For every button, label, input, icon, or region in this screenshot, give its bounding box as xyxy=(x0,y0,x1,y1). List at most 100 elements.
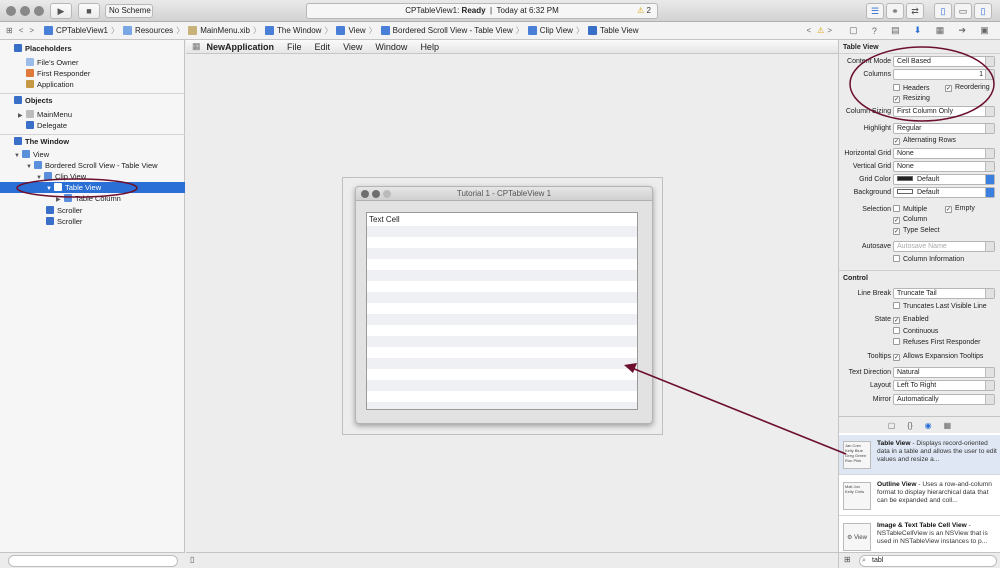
grid-icon[interactable]: ⊞ xyxy=(6,26,13,35)
help-inspector-icon[interactable]: ? xyxy=(872,26,877,36)
text-direction-popup[interactable]: Natural xyxy=(893,367,995,378)
menu-window[interactable]: Window xyxy=(375,42,407,52)
crumb-window[interactable]: The Window 〉 xyxy=(263,25,332,36)
outline-view[interactable]: ▼ View xyxy=(0,149,185,160)
window-icon xyxy=(265,26,274,35)
toggle-debug-button[interactable]: ▭ xyxy=(954,3,972,19)
resizing-checkbox[interactable]: ✓ Resizing xyxy=(893,95,930,103)
outline-application[interactable]: Application xyxy=(0,79,185,90)
crumb-view[interactable]: View 〉 xyxy=(334,25,377,36)
crumb-xib[interactable]: MainMenu.xib 〉 xyxy=(186,25,261,36)
outline-first-responder[interactable]: First Responder xyxy=(0,68,185,79)
library-item-table-view[interactable]: Jan Crev Kelly Blue Greg Green Ron Pink … xyxy=(839,435,1000,475)
crumb-label: Clip View xyxy=(539,26,573,35)
connections-inspector-icon[interactable]: ➔ xyxy=(958,25,966,36)
attributes-inspector-icon[interactable]: ⬇ xyxy=(914,25,922,36)
outline-placeholders[interactable]: Placeholders xyxy=(0,43,185,54)
design-window[interactable]: Tutorial 1 - CPTableView 1 Text Cell xyxy=(355,186,653,424)
warning-nav-forward-button[interactable]: > xyxy=(827,26,832,35)
object-library-icon[interactable]: ◉ xyxy=(925,421,932,430)
line-break-popup[interactable]: Truncate Tail xyxy=(893,288,995,299)
layout-popup[interactable]: Left To Right xyxy=(893,380,995,391)
inspector-tabs: ▢ ? ▤ ⬇ ▦ ➔ ▣ xyxy=(838,22,1000,40)
zoom-window-button[interactable] xyxy=(34,6,44,16)
close-window-button[interactable] xyxy=(6,6,16,16)
toggle-utilities-button[interactable]: ▯ xyxy=(974,3,992,19)
identity-inspector-icon[interactable]: ▤ xyxy=(891,25,900,36)
stop-button[interactable]: ■ xyxy=(78,3,100,19)
menu-file[interactable]: File xyxy=(287,42,302,52)
library-item-image-text-cell[interactable]: ⚙ View Image & Text Table Cell View - NS… xyxy=(839,517,1000,552)
table-view[interactable]: Text Cell xyxy=(366,212,638,410)
outline-main-menu[interactable]: ▶ MainMenu xyxy=(0,109,185,120)
crumb-scroll-view[interactable]: Bordered Scroll View - Table View 〉 xyxy=(379,25,524,36)
xib-file-icon xyxy=(188,26,198,35)
size-inspector-icon[interactable]: ▦ xyxy=(936,25,945,36)
crumb-clip-view[interactable]: Clip View 〉 xyxy=(526,25,584,36)
columns-stepper[interactable]: 1 xyxy=(893,69,995,80)
menu-view[interactable]: View xyxy=(343,42,362,52)
tooltips-checkbox[interactable]: ✓ Allows Expansion Tooltips xyxy=(893,353,983,361)
outline-table-view[interactable]: ▼ Table View xyxy=(0,182,185,193)
forward-button[interactable]: > xyxy=(29,26,34,35)
reordering-checkbox[interactable]: ✓ Reordering xyxy=(945,84,990,92)
vertical-grid-popup[interactable]: None xyxy=(893,161,995,172)
autosave-name-input[interactable]: Autosave Name xyxy=(893,241,995,252)
column-sizing-popup[interactable]: First Column Only xyxy=(893,106,995,117)
code-snippet-icon[interactable]: {} xyxy=(907,421,912,430)
outline-delegate[interactable]: Delegate xyxy=(0,120,185,131)
outline-files-owner[interactable]: File's Owner xyxy=(0,57,185,68)
outline-objects[interactable]: Objects xyxy=(0,95,185,106)
multiple-checkbox[interactable]: Multiple xyxy=(893,205,927,213)
column-information-checkbox[interactable]: Column Information xyxy=(893,255,964,263)
menu-app[interactable]: NewApplication xyxy=(207,42,275,52)
crumb-project[interactable]: CPTableView1 〉 xyxy=(42,25,119,36)
refuses-first-responder-checkbox[interactable]: Refuses First Responder xyxy=(893,338,980,346)
outline-table-column[interactable]: ▶ Table Column xyxy=(0,193,185,204)
minimize-window-button[interactable] xyxy=(20,6,30,16)
outline-filter-input[interactable] xyxy=(8,555,178,567)
alternating-rows-checkbox[interactable]: ✓ Alternating Rows xyxy=(893,137,956,145)
content-mode-popup[interactable]: Cell Based xyxy=(893,56,995,67)
outline-scroller-1[interactable]: Scroller xyxy=(0,205,185,216)
file-inspector-icon[interactable]: ▢ xyxy=(849,25,858,36)
scheme-selector[interactable]: No Scheme xyxy=(105,4,153,18)
library-search-input[interactable]: ⌕ tabl xyxy=(859,555,997,567)
background-color-well[interactable]: Default xyxy=(893,187,995,198)
headers-checkbox[interactable]: Headers xyxy=(893,84,929,92)
crumb-resources[interactable]: Resources 〉 xyxy=(121,25,184,36)
warning-nav-back-button[interactable]: < xyxy=(806,26,811,35)
highlight-popup[interactable]: Regular xyxy=(893,123,995,134)
menu-edit[interactable]: Edit xyxy=(315,42,331,52)
standard-editor-button[interactable]: ☰ xyxy=(866,3,884,19)
menu-help[interactable]: Help xyxy=(420,42,439,52)
mirror-popup[interactable]: Automatically xyxy=(893,394,995,405)
file-template-icon[interactable]: ▢ xyxy=(888,421,896,430)
run-button[interactable]: ▶ xyxy=(50,3,72,19)
assistant-editor-button[interactable]: ⚭ xyxy=(886,3,904,19)
outline-scroller-2[interactable]: Scroller xyxy=(0,216,185,227)
empty-checkbox[interactable]: ✓ Empty xyxy=(945,205,975,213)
horizontal-grid-popup[interactable]: None xyxy=(893,148,995,159)
label-vertical-grid: Vertical Grid xyxy=(852,163,891,170)
crumb-table-view[interactable]: Table View xyxy=(586,26,638,35)
version-editor-button[interactable]: ⇄ xyxy=(906,3,924,19)
warning-indicator[interactable]: ⚠ 2 xyxy=(637,4,651,18)
continuous-checkbox[interactable]: Continuous xyxy=(893,327,938,335)
outline-toggle-icon[interactable]: ▯ xyxy=(190,555,194,564)
media-library-icon[interactable]: ▦ xyxy=(944,421,952,430)
back-button[interactable]: < xyxy=(19,26,24,35)
column-checkbox[interactable]: ✓ Column xyxy=(893,216,927,224)
truncates-checkbox[interactable]: Truncates Last Visible Line xyxy=(893,302,987,310)
bindings-inspector-icon[interactable]: ▣ xyxy=(980,25,989,36)
toggle-navigator-button[interactable]: ▯ xyxy=(934,3,952,19)
outline-clip-view[interactable]: ▼ Clip View xyxy=(0,171,185,182)
outline-the-window[interactable]: The Window xyxy=(0,136,185,147)
type-select-checkbox[interactable]: ✓ Type Select xyxy=(893,227,940,235)
outline-bordered-scroll-view[interactable]: ▼ Bordered Scroll View - Table View xyxy=(0,160,185,171)
library-item-outline-view[interactable]: Mail Jon Kelly Chris Outline View - Uses… xyxy=(839,476,1000,516)
grid-view-icon[interactable]: ⊞ xyxy=(844,555,851,564)
text-cell[interactable]: Text Cell xyxy=(369,215,400,224)
enabled-checkbox[interactable]: ✓ Enabled xyxy=(893,316,929,324)
grid-color-well[interactable]: Default xyxy=(893,174,995,185)
